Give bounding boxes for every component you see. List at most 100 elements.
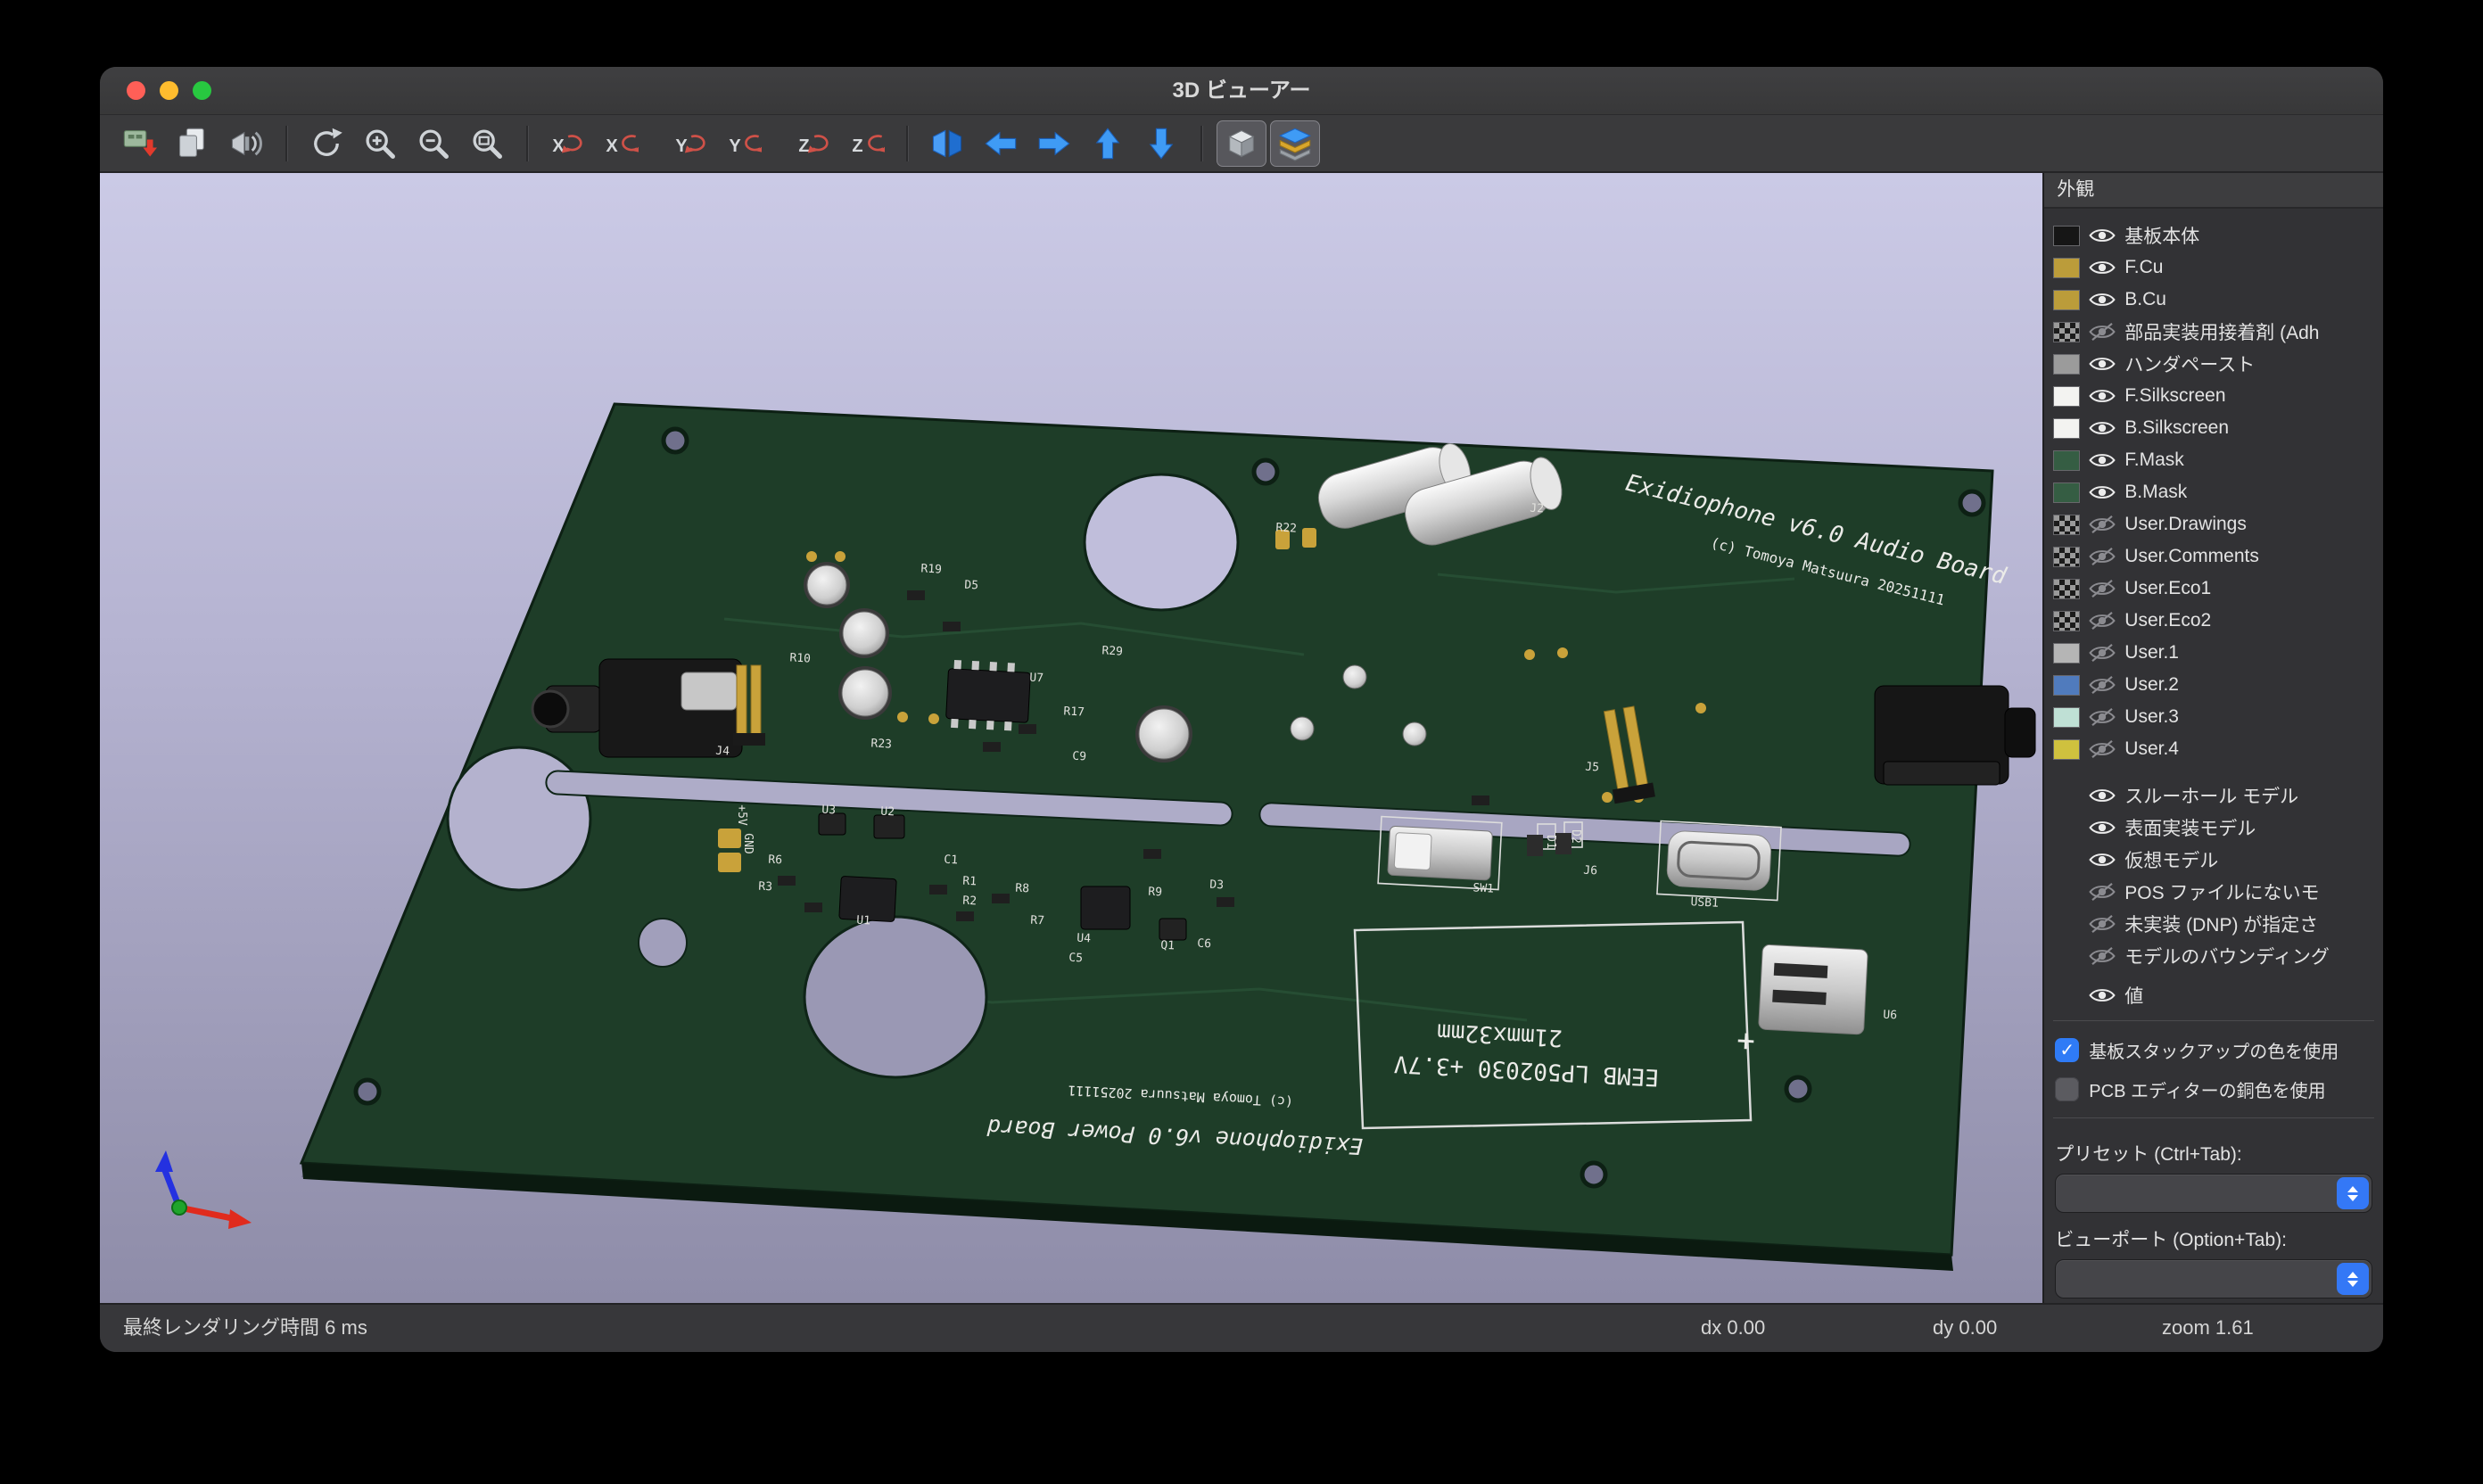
layer-row[interactable]: 仮想モデル [2044,844,2383,876]
raytracing-render-button[interactable] [221,120,271,167]
layer-color-swatch[interactable] [2053,290,2080,310]
rotate-z-cw-button[interactable]: Z [788,120,838,167]
layer-row[interactable]: User.4 [2044,733,2383,765]
visibility-eye-icon[interactable] [2088,289,2116,310]
visibility-eye-icon[interactable] [2088,738,2116,760]
pcb-editor-copper-colors-row[interactable]: PCB エディターの銅色を使用 [2044,1069,2383,1109]
redraw-button[interactable] [301,120,351,167]
layer-row[interactable]: B.Mask [2044,476,2383,508]
zoom-out-button[interactable] [408,120,458,167]
axis-orientation-gizmo [155,1150,252,1229]
zoom-in-button[interactable] [355,120,405,167]
visibility-eye-icon[interactable] [2088,849,2116,870]
visibility-eye-icon[interactable] [2088,353,2116,375]
layer-color-swatch[interactable] [2053,515,2080,535]
layer-row[interactable]: User.Eco1 [2044,573,2383,605]
visibility-eye-icon[interactable] [2088,913,2116,935]
move-left-button[interactable] [976,120,1026,167]
rotate-z-ccw-button[interactable]: Z [842,120,892,167]
layer-label: User.2 [2124,674,2179,696]
layer-row[interactable]: 未実装 (DNP) が指定さ [2044,908,2383,940]
zoom-to-fit-button[interactable] [462,120,512,167]
visibility-eye-icon[interactable] [2088,225,2116,246]
layer-row[interactable]: 値 [2044,979,2383,1011]
layer-color-swatch[interactable] [2053,739,2080,760]
visibility-eye-icon[interactable] [2088,785,2116,806]
layer-color-swatch[interactable] [2053,450,2080,471]
layer-color-swatch[interactable] [2053,611,2080,631]
viewport-select[interactable] [2055,1259,2372,1298]
layer-row[interactable]: B.Silkscreen [2044,412,2383,444]
visibility-eye-icon[interactable] [2088,610,2116,631]
rotate-x-cw-button[interactable]: X [542,120,592,167]
titlebar[interactable]: 3D ビューアー [100,67,2383,115]
visibility-eye-icon[interactable] [2088,578,2116,599]
layer-color-swatch[interactable] [2053,258,2080,278]
visibility-eye-icon[interactable] [2088,817,2116,838]
orthographic-projection-toggle[interactable] [1217,120,1266,167]
preset-select[interactable] [2055,1174,2372,1213]
layer-row[interactable]: F.Cu [2044,251,2383,284]
copy-image-button[interactable] [168,120,218,167]
layer-color-swatch[interactable] [2053,579,2080,599]
layer-color-swatch[interactable] [2053,322,2080,342]
visibility-eye-icon[interactable] [2088,417,2116,439]
layer-color-swatch[interactable] [2053,547,2080,567]
rotate-y-ccw-button[interactable]: Y [719,120,769,167]
layer-row[interactable]: User.Drawings [2044,508,2383,540]
visibility-eye-icon[interactable] [2088,257,2116,278]
visibility-eye-icon[interactable] [2088,449,2116,471]
layer-row[interactable]: User.3 [2044,701,2383,733]
layer-row[interactable]: POS ファイルにないモ [2044,876,2383,908]
layer-color-swatch[interactable] [2053,707,2080,728]
layer-color-swatch[interactable] [2053,643,2080,664]
move-up-button[interactable] [1083,120,1133,167]
svg-text:U2: U2 [880,805,895,820]
3d-viewport[interactable]: Exidiophone v6.0 Audio Board(c) Tomoya M… [100,173,2042,1303]
svg-text:C6: C6 [1197,937,1211,952]
board-stackup-colors-row[interactable]: 基板スタックアップの色を使用 [2044,1030,2383,1069]
visibility-eye-icon[interactable] [2088,546,2116,567]
reload-board-button[interactable] [114,120,164,167]
rotate-y-cw-button[interactable]: Y [665,120,715,167]
visibility-eye-icon[interactable] [2088,706,2116,728]
layers-icon [1277,126,1313,161]
board-stackup-colors-checkbox[interactable] [2055,1038,2079,1062]
visibility-eye-icon[interactable] [2088,881,2116,903]
stepper-icon[interactable] [2337,1177,2369,1209]
layer-row[interactable]: 基板本体 [2044,219,2383,251]
layer-row[interactable]: ハンダペースト [2044,348,2383,380]
layer-color-swatch[interactable] [2053,675,2080,696]
layer-row[interactable]: User.1 [2044,637,2383,669]
move-right-button[interactable] [1029,120,1079,167]
layer-row[interactable]: 表面実装モデル [2044,812,2383,844]
stepper-icon[interactable] [2337,1263,2369,1295]
visibility-eye-icon[interactable] [2088,945,2116,967]
layer-row[interactable]: モデルのバウンディング [2044,940,2383,972]
rotate-x-ccw-button[interactable]: X [596,120,646,167]
move-down-button[interactable] [1136,120,1186,167]
pcb-editor-copper-colors-checkbox[interactable] [2055,1077,2079,1101]
visibility-eye-icon[interactable] [2088,642,2116,664]
layer-row[interactable]: F.Mask [2044,444,2383,476]
visibility-eye-icon[interactable] [2088,321,2116,342]
visibility-eye-icon[interactable] [2088,514,2116,535]
layer-color-swatch[interactable] [2053,386,2080,407]
layer-row[interactable]: 部品実装用接着剤 (Adh [2044,316,2383,348]
layer-color-swatch[interactable] [2053,418,2080,439]
layer-row[interactable]: B.Cu [2044,284,2383,316]
layer-row[interactable]: User.2 [2044,669,2383,701]
layer-row[interactable]: User.Comments [2044,540,2383,573]
appearance-manager-toggle[interactable] [1270,120,1320,167]
flip-board-button[interactable] [922,120,972,167]
visibility-eye-icon[interactable] [2088,482,2116,503]
layer-color-swatch[interactable] [2053,482,2080,503]
visibility-eye-icon[interactable] [2088,385,2116,407]
layer-color-swatch[interactable] [2053,226,2080,246]
layer-row[interactable]: スルーホール モデル [2044,779,2383,812]
layer-color-swatch[interactable] [2053,354,2080,375]
visibility-eye-icon[interactable] [2088,674,2116,696]
visibility-eye-icon[interactable] [2088,985,2116,1006]
layer-row[interactable]: User.Eco2 [2044,605,2383,637]
layer-row[interactable]: F.Silkscreen [2044,380,2383,412]
